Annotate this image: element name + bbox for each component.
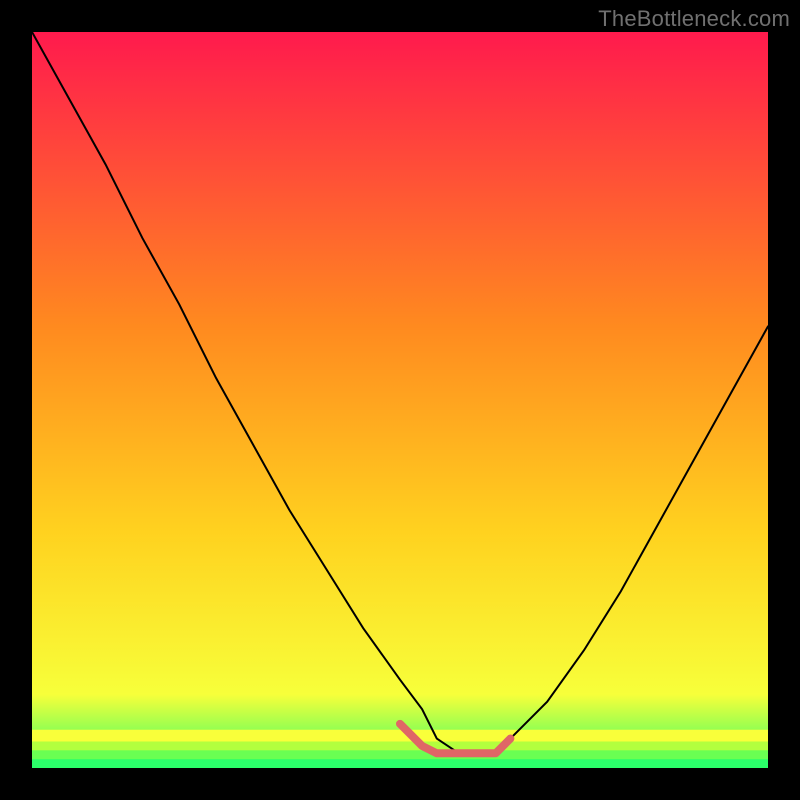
solid-color-bands bbox=[32, 730, 768, 768]
watermark-text: TheBottleneck.com bbox=[598, 6, 790, 32]
chart-frame: TheBottleneck.com bbox=[0, 0, 800, 800]
chart-svg bbox=[32, 32, 768, 768]
gradient-background bbox=[32, 32, 768, 768]
plot-area bbox=[32, 32, 768, 768]
